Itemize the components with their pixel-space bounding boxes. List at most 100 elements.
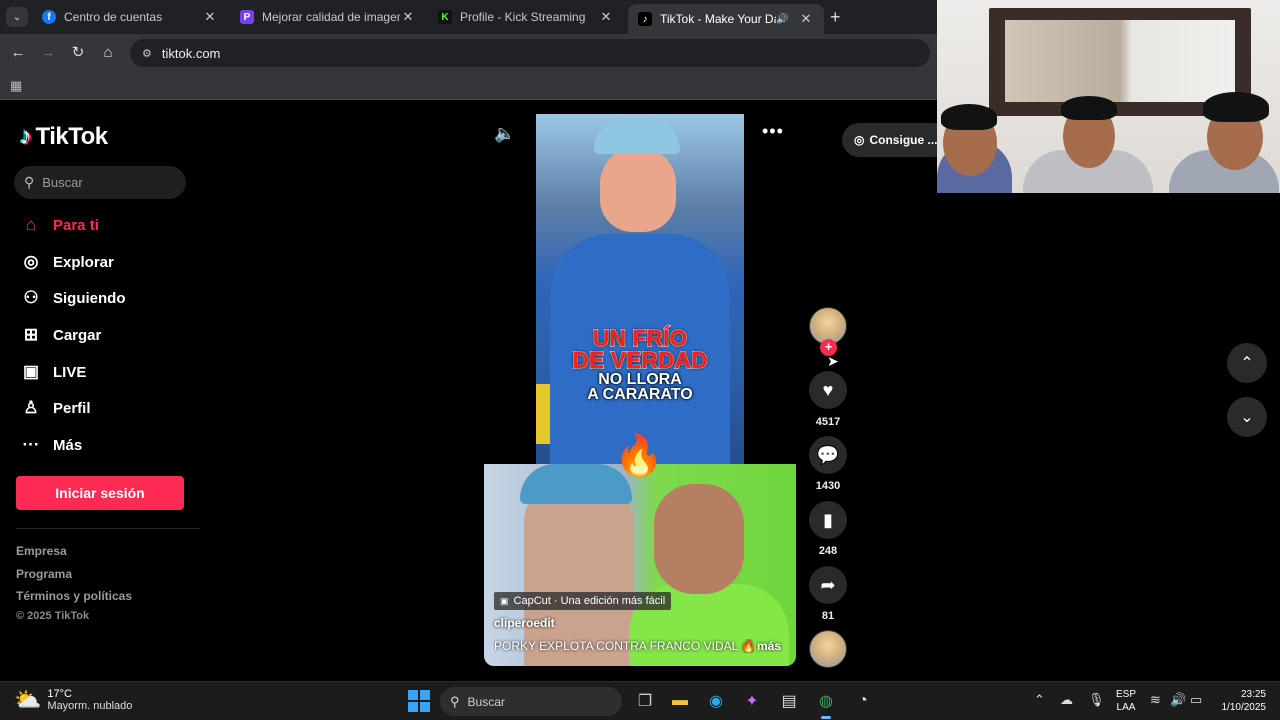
webcam-person-left-hair xyxy=(941,104,997,130)
tiktok-logo[interactable]: ♪ TikTok xyxy=(20,123,108,151)
nav-item-explorar[interactable]: ◎ Explorar xyxy=(20,247,114,277)
obs-recorder-icon[interactable]: ◔ xyxy=(850,688,876,714)
address-bar[interactable]: ⚙ xyxy=(130,39,930,67)
nav-item-live[interactable]: ▣ LIVE xyxy=(20,357,86,387)
clock-date: 1/10/2025 xyxy=(1221,702,1267,713)
task-view-icon[interactable]: ❐ xyxy=(632,688,658,714)
tab-search-menu-button[interactable]: ⌄ xyxy=(6,7,28,27)
url-input[interactable] xyxy=(161,45,862,61)
weather-temperature: 17°C xyxy=(47,688,72,700)
nav-item-perfil[interactable]: ♙ Perfil xyxy=(20,393,91,423)
nav-item-para-ti[interactable]: ⌂ Para ti xyxy=(20,210,99,240)
weather-widget[interactable]: ⛅ 17°C Mayorm. nublado xyxy=(14,687,132,713)
tab-tiktok[interactable]: ♪ TikTok - Make Your Day 🔊 ✕ xyxy=(628,4,824,34)
nav-label: Explorar xyxy=(53,253,114,271)
speaker-icon[interactable]: 🔊 xyxy=(776,14,792,25)
sidebar-divider xyxy=(16,528,200,529)
onedrive-icon[interactable]: ☁ xyxy=(1060,692,1073,708)
upload-icon: ⊞ xyxy=(23,325,39,344)
taskbar-search[interactable]: ⚲ xyxy=(440,687,622,716)
video-player[interactable]: UN FRÍO DE VERDAD NO LLORA A CARARATO 🔥 … xyxy=(484,114,796,666)
video-description: PORKY EXPLOTA CONTRA FRANCO VIDAL 🔥 ... xyxy=(494,639,754,653)
file-explorer-icon[interactable]: ▬ xyxy=(667,688,693,714)
footer-link-empresa[interactable]: Empresa xyxy=(16,544,67,558)
nav-item-mas[interactable]: ··· Más xyxy=(20,430,83,460)
copyright: © 2025 TikTok xyxy=(16,610,90,622)
microsoft-store-icon[interactable]: ▤ xyxy=(776,688,802,714)
clock-time: 23:25 xyxy=(1240,689,1266,700)
profile-icon: ♙ xyxy=(23,398,39,417)
comment-button[interactable]: 💬 xyxy=(809,436,847,474)
video-author[interactable]: cliperoedit xyxy=(494,616,555,630)
volume-icon[interactable]: 🔈 xyxy=(494,124,515,144)
battery-icon[interactable]: ▭ xyxy=(1190,692,1202,708)
image-enhancer-icon: P xyxy=(240,10,254,24)
edge-browser-icon[interactable]: ◉ xyxy=(703,688,729,714)
like-button[interactable]: ♥ xyxy=(809,371,847,409)
forward-arrow-icon[interactable]: → xyxy=(38,43,58,63)
more-options-icon[interactable]: ••• xyxy=(762,121,784,142)
music-disc-avatar[interactable] xyxy=(809,630,847,668)
language-indicator[interactable]: ESP LAA xyxy=(1116,688,1136,714)
search-icon: ⚲ xyxy=(24,174,35,190)
system-clock[interactable]: 23:25 1/10/2025 xyxy=(1214,688,1267,714)
share-button[interactable]: ➦ xyxy=(809,566,847,604)
nav-label: Perfil xyxy=(53,399,91,417)
video-overlay-line2: DE VERDAD xyxy=(572,347,709,373)
footer-link-terminos[interactable]: Términos y políticas xyxy=(16,589,132,603)
tab-close-icon[interactable]: ✕ xyxy=(202,9,218,25)
tab-close-icon[interactable]: ✕ xyxy=(400,9,416,25)
fire-emoji-icon: 🔥 xyxy=(614,434,664,478)
mouse-cursor-icon: ➤ xyxy=(827,353,839,369)
reload-icon[interactable]: ↻ xyxy=(68,43,88,63)
show-hidden-icons-chevron-icon[interactable]: ⌃ xyxy=(1034,692,1045,708)
comment-count: 1430 xyxy=(815,480,841,492)
search-input[interactable] xyxy=(42,175,163,190)
previous-video-chevron-up-icon[interactable]: ⌃ xyxy=(1227,343,1267,383)
tab-kick-profile[interactable]: K Profile - Kick Streaming ✕ xyxy=(428,4,624,30)
following-icon: ⚇ xyxy=(23,288,39,307)
back-arrow-icon[interactable]: ← xyxy=(8,43,28,63)
capcut-label[interactable]: ▣ CapCut · Una edición más fácil xyxy=(494,592,672,610)
nav-label: Más xyxy=(53,436,83,454)
get-coins-button[interactable]: ◎ Consigue ... xyxy=(842,123,950,157)
apps-grid-icon[interactable]: ▦ xyxy=(10,78,22,94)
tab-close-icon[interactable]: ✕ xyxy=(798,11,814,27)
windows-taskbar: ⛅ 17°C Mayorm. nublado ⚲ ❐ ▬ ◉ ✦ ▤ ◍ ◔ ⌃… xyxy=(0,681,1280,720)
next-video-chevron-down-icon[interactable]: ⌄ xyxy=(1227,397,1267,437)
more-button[interactable]: más xyxy=(757,639,781,653)
search-box[interactable]: ⚲ xyxy=(14,166,186,199)
tab-mejorar-calidad[interactable]: P Mejorar calidad de imagen online ✕ xyxy=(230,4,426,30)
copilot-icon[interactable]: ✦ xyxy=(739,688,765,714)
video-overlay-line4: A CARARATO xyxy=(587,386,693,403)
nav-item-cargar[interactable]: ⊞ Cargar xyxy=(20,320,101,350)
search-icon: ⚲ xyxy=(450,693,460,709)
share-count: 81 xyxy=(821,610,835,622)
save-button[interactable]: ▮ xyxy=(809,501,847,539)
windows-start-icon[interactable] xyxy=(408,690,430,712)
nav-item-siguiendo[interactable]: ⚇ Siguiendo xyxy=(20,283,125,313)
new-tab-plus-icon[interactable]: + xyxy=(830,7,841,28)
chrome-icon[interactable]: ◍ xyxy=(813,688,839,719)
login-button[interactable]: Iniciar sesión xyxy=(16,476,184,510)
tab-title: Profile - Kick Streaming xyxy=(460,10,586,24)
footer-link-programa[interactable]: Programa xyxy=(16,567,72,581)
taskbar-search-input[interactable] xyxy=(467,694,568,709)
site-info-icon[interactable]: ⚙ xyxy=(142,47,152,60)
tab-centro-de-cuentas[interactable]: f Centro de cuentas ✕ xyxy=(32,4,228,30)
home-icon[interactable]: ⌂ xyxy=(98,43,118,63)
logo-text: TikTok xyxy=(35,123,109,150)
nav-label: LIVE xyxy=(53,363,87,381)
microphone-icon[interactable]: 🎙 xyxy=(1088,692,1105,708)
wifi-icon[interactable]: ≋ xyxy=(1150,692,1161,708)
share-arrow-icon: ➦ xyxy=(820,574,836,595)
tab-title: TikTok - Make Your Day xyxy=(660,12,776,26)
video-clip-bottom xyxy=(484,464,796,666)
tab-close-icon[interactable]: ✕ xyxy=(598,9,614,25)
more-dots-icon: ··· xyxy=(22,435,40,454)
webcam-person-middle-hair xyxy=(1061,96,1117,120)
volume-icon[interactable]: 🔊 xyxy=(1170,692,1186,708)
kick-icon: K xyxy=(438,10,452,24)
weather-description: Mayorm. nublado xyxy=(47,700,133,712)
coin-icon: ◎ xyxy=(854,133,865,147)
